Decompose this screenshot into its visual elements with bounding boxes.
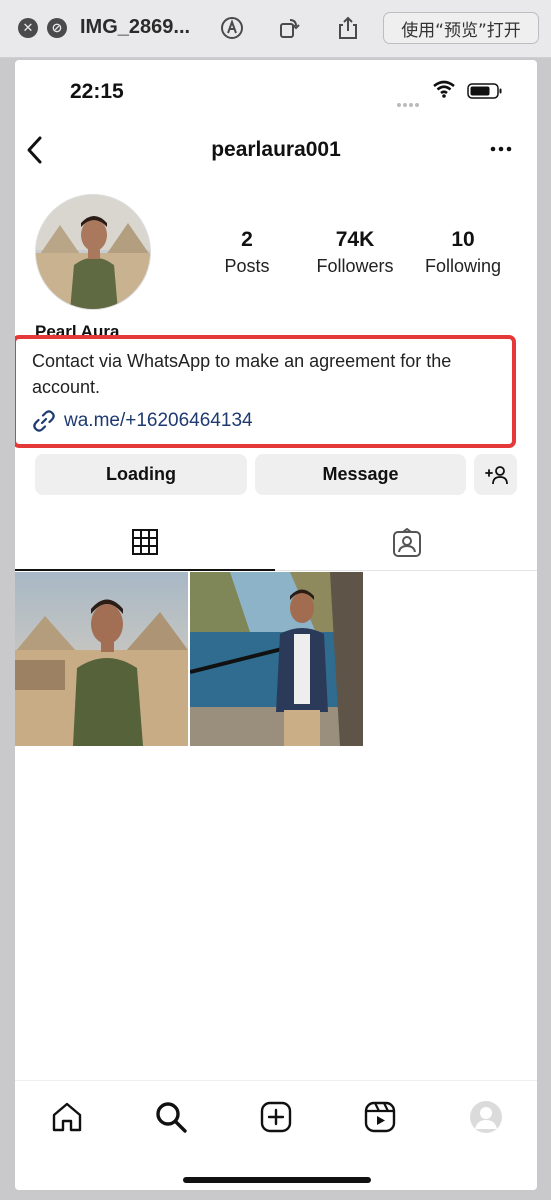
reels-icon xyxy=(364,1101,396,1133)
grid-icon xyxy=(132,529,158,555)
phone-screen: 22:15 pearlaura001 2 Posts 74K Followers… xyxy=(15,60,537,1190)
preview-titlebar: ✕ ⊘ IMG_2869... 使用“预览”打开 xyxy=(0,0,551,58)
bottom-navigation xyxy=(15,1080,537,1190)
share-icon[interactable] xyxy=(335,15,361,41)
tab-grid[interactable] xyxy=(15,515,275,571)
bio-highlight-box: Contact via WhatsApp to make an agreemen… xyxy=(15,335,516,448)
nav-reels[interactable] xyxy=(360,1097,400,1137)
add-friend-button[interactable] xyxy=(474,454,517,495)
bio-text: Contact via WhatsApp to make an agreemen… xyxy=(32,351,452,397)
profile-avatar[interactable] xyxy=(35,194,151,310)
battery-icon xyxy=(467,83,502,99)
home-indicator[interactable] xyxy=(183,1177,371,1183)
stat-followers[interactable]: 74K Followers xyxy=(300,228,410,277)
add-person-icon xyxy=(484,465,508,484)
nav-search[interactable] xyxy=(151,1097,191,1137)
wifi-icon xyxy=(433,80,455,98)
nav-create[interactable] xyxy=(256,1097,296,1137)
stat-posts[interactable]: 2 Posts xyxy=(192,228,302,277)
status-time: 22:15 xyxy=(70,80,124,103)
tab-tagged[interactable] xyxy=(277,515,537,571)
close-window-icon[interactable]: ✕ xyxy=(18,18,38,38)
profile-username: pearlaura001 xyxy=(211,138,341,161)
post-thumbnail-canyon[interactable] xyxy=(190,572,363,746)
profile-tabs xyxy=(15,515,537,571)
block-icon[interactable]: ⊘ xyxy=(47,18,67,38)
profile-avatar-icon xyxy=(470,1101,502,1133)
signal-dots-icon xyxy=(397,94,425,107)
rotate-icon[interactable] xyxy=(276,15,302,41)
bio-link-text[interactable]: wa.me/+16206464134 xyxy=(64,410,253,432)
nav-profile[interactable] xyxy=(466,1097,506,1137)
bio-link[interactable]: wa.me/+16206464134 xyxy=(32,409,253,433)
markup-icon[interactable] xyxy=(219,15,245,41)
more-options-icon[interactable] xyxy=(487,138,515,160)
post-thumbnail-pyramids[interactable] xyxy=(15,572,188,746)
tagged-person-icon xyxy=(393,528,421,557)
nav-home[interactable] xyxy=(47,1097,87,1137)
open-with-preview-button[interactable]: 使用“预览”打开 xyxy=(383,12,539,44)
home-icon xyxy=(52,1102,82,1132)
loading-button[interactable]: Loading xyxy=(35,454,247,495)
link-icon xyxy=(33,410,55,432)
add-post-icon xyxy=(260,1101,292,1133)
window-title: IMG_2869... xyxy=(80,16,191,38)
message-button[interactable]: Message xyxy=(255,454,466,495)
stat-following[interactable]: 10 Following xyxy=(408,228,518,277)
search-icon xyxy=(156,1102,187,1133)
